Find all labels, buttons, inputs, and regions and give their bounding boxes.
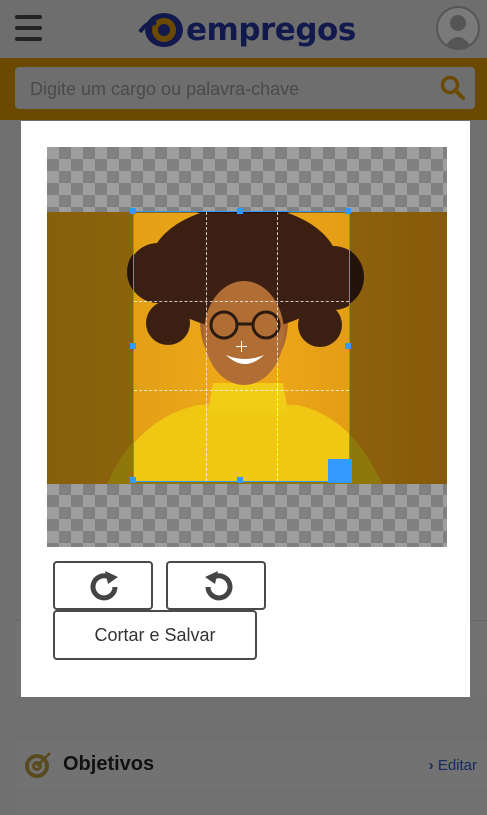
rotate-right-button[interactable]: [53, 561, 153, 610]
crop-handle-nw[interactable]: [130, 208, 136, 214]
rotate-clockwise-icon: [90, 571, 118, 601]
brand-name: empregos: [186, 12, 356, 48]
search-input[interactable]: [15, 67, 442, 111]
crop-center-icon: [236, 341, 247, 352]
crop-handle-e[interactable]: [345, 343, 351, 349]
crop-guide-vertical: [206, 212, 207, 481]
rotate-counterclockwise-icon: [205, 571, 233, 601]
section-title: Objetivos: [63, 753, 155, 775]
search-icon[interactable]: [440, 75, 466, 101]
crop-selection[interactable]: [133, 211, 350, 482]
eye-logo-icon: [138, 13, 183, 47]
target-icon: [25, 752, 51, 778]
crop-guide-vertical: [277, 212, 278, 481]
crop-modal: Cortar e Salvar: [21, 121, 470, 697]
crop-handle-s[interactable]: [237, 477, 243, 483]
logo[interactable]: empregos: [138, 8, 356, 52]
crop-resize-handle[interactable]: [328, 459, 352, 483]
crop-and-save-label: Cortar e Salvar: [94, 624, 216, 645]
crop-handle-w[interactable]: [130, 343, 136, 349]
search-bar: [0, 58, 487, 120]
objetivos-section: Objetivos › Editar: [15, 742, 487, 790]
user-avatar-icon[interactable]: [436, 6, 480, 50]
crop-canvas[interactable]: [47, 147, 447, 547]
next-section: [15, 792, 487, 815]
crop-handle-sw[interactable]: [130, 477, 136, 483]
crop-guide-horizontal: [134, 390, 349, 391]
crop-and-save-button[interactable]: Cortar e Salvar: [53, 610, 257, 660]
crop-handle-n[interactable]: [237, 208, 243, 214]
rotate-left-button[interactable]: [166, 561, 266, 610]
edit-label: Editar: [437, 757, 477, 774]
hamburger-icon[interactable]: [15, 15, 42, 41]
top-bar: empregos: [0, 0, 487, 58]
chevron-right-icon: ›: [428, 757, 438, 774]
search-box: [15, 67, 475, 111]
crop-guide-horizontal: [134, 301, 349, 302]
crop-handle-ne[interactable]: [345, 208, 351, 214]
edit-link[interactable]: › Editar: [429, 757, 477, 774]
